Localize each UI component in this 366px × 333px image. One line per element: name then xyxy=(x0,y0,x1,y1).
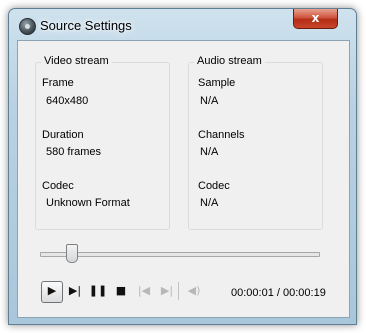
time-readout: 00:00:01 / 00:00:19 xyxy=(231,287,326,299)
close-button[interactable]: x xyxy=(293,9,338,29)
speaker-app-icon xyxy=(19,18,36,35)
window-title: Source Settings xyxy=(40,18,132,33)
channels-label: Channels xyxy=(198,129,245,141)
next-button[interactable]: ▶| xyxy=(157,281,177,301)
audio-stream-group: Audio stream Sample N/A Channels N/A Cod… xyxy=(188,55,323,230)
video-stream-group: Video stream Frame 640x480 Duration 580 … xyxy=(35,55,170,230)
video-codec-label: Codec xyxy=(42,180,74,192)
step-forward-button[interactable]: ▶| xyxy=(65,281,85,301)
volume-button[interactable]: ◀) xyxy=(184,281,204,301)
pause-button[interactable]: ❚❚ xyxy=(88,281,108,301)
video-stream-title: Video stream xyxy=(41,55,112,67)
step-forward-icon: ▶| xyxy=(68,284,82,297)
stop-button[interactable]: ■ xyxy=(111,281,131,301)
pause-icon: ❚❚ xyxy=(88,284,108,297)
previous-icon: |◀ xyxy=(137,284,151,297)
controls-separator xyxy=(178,282,179,300)
seek-slider-track[interactable] xyxy=(40,252,320,257)
sample-value: N/A xyxy=(200,95,219,107)
play-button[interactable]: ▶ xyxy=(41,281,63,303)
channels-value: N/A xyxy=(200,146,219,158)
dialog-content: Video stream Frame 640x480 Duration 580 … xyxy=(17,40,350,318)
audio-codec-value: N/A xyxy=(200,197,219,209)
frame-label: Frame xyxy=(42,77,74,89)
video-codec-value: Unknown Format xyxy=(46,197,130,209)
duration-value: 580 frames xyxy=(46,146,102,158)
title-bar[interactable]: Source Settings x xyxy=(9,9,356,40)
audio-codec-label: Codec xyxy=(198,180,230,192)
previous-button[interactable]: |◀ xyxy=(134,281,154,301)
speaker-icon: ◀) xyxy=(187,284,201,297)
next-icon: ▶| xyxy=(160,284,174,297)
sample-label: Sample xyxy=(198,77,236,89)
stop-icon: ■ xyxy=(115,284,127,297)
play-icon: ▶ xyxy=(47,284,57,297)
seek-slider-thumb[interactable] xyxy=(66,244,78,263)
frame-value: 640x480 xyxy=(46,95,89,107)
source-settings-window: Source Settings x Video stream Frame 640… xyxy=(8,8,357,325)
audio-stream-title: Audio stream xyxy=(194,55,265,67)
duration-label: Duration xyxy=(42,129,84,141)
